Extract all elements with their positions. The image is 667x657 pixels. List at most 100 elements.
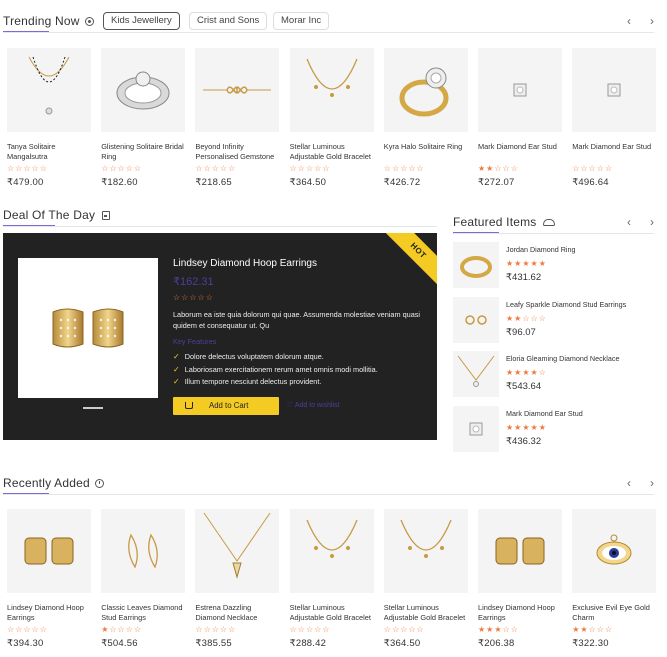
product-image[interactable] bbox=[195, 48, 280, 132]
featured-item[interactable]: Leafy Sparkle Diamond Stud Earrings ★★☆☆☆… bbox=[453, 296, 648, 343]
product-image[interactable] bbox=[289, 48, 374, 132]
featured-item-name[interactable]: Jordan Diamond Ring bbox=[506, 245, 576, 254]
product-image[interactable] bbox=[478, 509, 562, 593]
product-image[interactable] bbox=[383, 48, 468, 132]
product-name[interactable]: Beyond Infinity Personalised Gemstone bbox=[195, 142, 279, 162]
featured-item-image[interactable] bbox=[453, 242, 499, 288]
featured-item-name[interactable]: Eloria Gleaming Diamond Necklace bbox=[506, 354, 619, 363]
diamond-ring-icon bbox=[459, 252, 493, 278]
product-card[interactable]: Classic Leaves Diamond Stud Earrings ★☆☆☆… bbox=[101, 509, 186, 649]
featured-item-price: ₹436.32 bbox=[506, 435, 542, 447]
featured-item[interactable]: Jordan Diamond Ring ★★★★★ ₹431.62 bbox=[453, 242, 648, 288]
product-card[interactable]: Exclusive Evil Eye Gold Charm ★★☆☆☆ ₹322.3… bbox=[572, 509, 657, 649]
product-price: ₹182.60 bbox=[101, 177, 138, 188]
product-price: ₹385.55 bbox=[195, 638, 232, 649]
trending-prev-icon[interactable]: ‹ bbox=[624, 14, 634, 28]
product-image[interactable] bbox=[101, 509, 186, 593]
product-name[interactable]: Mark Diamond Ear Stud bbox=[478, 142, 562, 162]
featured-item-price: ₹431.62 bbox=[506, 272, 542, 283]
product-card[interactable]: Beyond Infinity Personalised Gemstone ☆☆☆… bbox=[195, 48, 280, 188]
leaf-earrings-icon bbox=[121, 531, 165, 571]
featured-item-name[interactable]: Mark Diamond Ear Stud bbox=[506, 409, 583, 418]
product-rating: ☆☆☆☆☆ bbox=[383, 164, 425, 173]
featured-item-name[interactable]: Leafy Sparkle Diamond Stud Earrings bbox=[506, 300, 626, 309]
tab-kids-jewellery[interactable]: Kids Jewellery bbox=[103, 12, 180, 30]
product-image[interactable] bbox=[572, 509, 657, 593]
product-card[interactable]: Tanya Solitaire Mangalsutra ☆☆☆☆☆ ₹479.00 bbox=[7, 48, 91, 188]
product-card[interactable]: Stellar Luminous Adjustable Gold Bracele… bbox=[289, 48, 374, 188]
featured-item[interactable]: Mark Diamond Ear Stud ★★★★★ ₹436.32 bbox=[453, 405, 648, 452]
hot-badge: HOT bbox=[380, 233, 437, 289]
product-name[interactable]: Stellar Luminous Adjustable Gold Bracele… bbox=[290, 142, 374, 162]
product-card[interactable]: Stellar Luminous Adjustable Gold Bracele… bbox=[383, 509, 468, 649]
product-card[interactable]: Kyra Halo Solitaire Ring ☆☆☆☆☆ ₹426.72 bbox=[383, 48, 468, 188]
tab-morar-inc[interactable]: Morar Inc bbox=[273, 12, 330, 30]
product-name[interactable]: Tanya Solitaire Mangalsutra bbox=[7, 142, 91, 162]
product-rating: ☆☆☆☆☆ bbox=[289, 625, 331, 634]
check-icon: ✓ bbox=[173, 377, 180, 386]
product-image[interactable] bbox=[383, 509, 468, 593]
product-image[interactable] bbox=[195, 509, 280, 593]
hat-icon bbox=[543, 219, 556, 226]
deal-rating: ☆☆☆☆☆ bbox=[173, 293, 214, 302]
clock-icon bbox=[95, 479, 105, 488]
deal-product-name[interactable]: Lindsey Diamond Hoop Earrings bbox=[173, 258, 317, 269]
product-name[interactable]: Exclusive Evil Eye Gold Charm bbox=[572, 603, 656, 623]
fire-icon bbox=[85, 17, 95, 26]
product-name[interactable]: Lindsey Diamond Hoop Earrings bbox=[478, 603, 562, 623]
hoop-earrings-icon bbox=[22, 534, 76, 568]
product-name[interactable]: Kyra Halo Solitaire Ring bbox=[384, 142, 468, 162]
product-rating: ☆☆☆☆☆ bbox=[195, 625, 237, 634]
add-to-wishlist-link[interactable]: ♡ Add to wishlist bbox=[287, 401, 340, 409]
product-image[interactable] bbox=[572, 48, 657, 132]
add-to-cart-button[interactable]: Add to Cart bbox=[173, 397, 279, 415]
featured-item-image[interactable] bbox=[453, 405, 499, 452]
product-card[interactable]: Mark Diamond Ear Stud ☆☆☆☆☆ ₹496.64 bbox=[572, 48, 657, 188]
product-image[interactable] bbox=[7, 48, 91, 132]
product-card[interactable]: Glistening Solitaire Bridal Ring ☆☆☆☆☆ ₹18… bbox=[101, 48, 186, 188]
product-card[interactable]: Stellar Luminous Adjustable Gold Bracele… bbox=[289, 509, 374, 649]
product-image[interactable] bbox=[7, 509, 91, 593]
featured-item-image[interactable] bbox=[453, 351, 499, 397]
product-name[interactable]: Glistening Solitaire Bridal Ring bbox=[101, 142, 185, 162]
tab-crist-and-sons[interactable]: Crist and Sons bbox=[189, 12, 268, 30]
product-rating: ☆☆☆☆☆ bbox=[7, 164, 48, 173]
deal-product-image[interactable] bbox=[18, 258, 158, 398]
trending-next-icon[interactable]: › bbox=[647, 14, 657, 28]
product-name[interactable]: Lindsey Diamond Hoop Earrings bbox=[7, 603, 91, 623]
product-name[interactable]: Mark Diamond Ear Stud bbox=[572, 142, 656, 162]
product-rating: ☆☆☆☆☆ bbox=[383, 625, 425, 634]
product-rating: ☆☆☆☆☆ bbox=[101, 164, 143, 173]
product-price: ₹479.00 bbox=[7, 177, 44, 188]
featured-item-image[interactable] bbox=[453, 296, 499, 343]
product-image[interactable] bbox=[101, 48, 186, 132]
feature-item: ✓ Illum tempore nesciunt delectus provide… bbox=[173, 377, 322, 386]
featured-title: Featured Items bbox=[453, 215, 556, 233]
hoop-earrings-icon bbox=[52, 308, 124, 348]
product-price: ₹504.56 bbox=[101, 638, 138, 649]
product-name[interactable]: Classic Leaves Diamond Stud Earrings bbox=[101, 603, 185, 623]
product-card[interactable]: Estrena Dazzling Diamond Necklace ☆☆☆☆☆ ₹3… bbox=[195, 509, 280, 649]
recent-next-icon[interactable]: › bbox=[647, 476, 657, 490]
product-rating: ★☆☆☆☆ bbox=[101, 625, 143, 634]
product-card[interactable]: Lindsey Diamond Hoop Earrings ★★★☆☆ ₹206.3… bbox=[478, 509, 562, 649]
product-name[interactable]: Stellar Luminous Adjustable Gold Bracele… bbox=[290, 603, 374, 623]
featured-prev-icon[interactable]: ‹ bbox=[624, 215, 634, 229]
featured-item[interactable]: Eloria Gleaming Diamond Necklace ★★★★☆ ₹54… bbox=[453, 351, 648, 397]
bridal-ring-icon bbox=[112, 65, 174, 115]
product-price: ₹272.07 bbox=[478, 177, 515, 188]
product-card[interactable]: Lindsey Diamond Hoop Earrings ☆☆☆☆☆ ₹394.3… bbox=[7, 509, 91, 649]
product-rating: ★★☆☆☆ bbox=[478, 164, 519, 173]
featured-next-icon[interactable]: › bbox=[647, 215, 657, 229]
product-name[interactable]: Stellar Luminous Adjustable Gold Bracele… bbox=[384, 603, 468, 623]
featured-item-price: ₹96.07 bbox=[506, 326, 536, 338]
calendar-icon bbox=[101, 211, 110, 220]
recent-prev-icon[interactable]: ‹ bbox=[624, 476, 634, 490]
deal-slider-indicator[interactable] bbox=[83, 407, 103, 409]
product-image[interactable] bbox=[478, 48, 562, 132]
cart-icon bbox=[185, 402, 193, 409]
product-name[interactable]: Estrena Dazzling Diamond Necklace bbox=[195, 603, 279, 623]
product-image[interactable] bbox=[289, 509, 374, 593]
product-card[interactable]: Mark Diamond Ear Stud ★★☆☆☆ ₹272.07 bbox=[478, 48, 562, 188]
featured-divider bbox=[453, 233, 654, 234]
